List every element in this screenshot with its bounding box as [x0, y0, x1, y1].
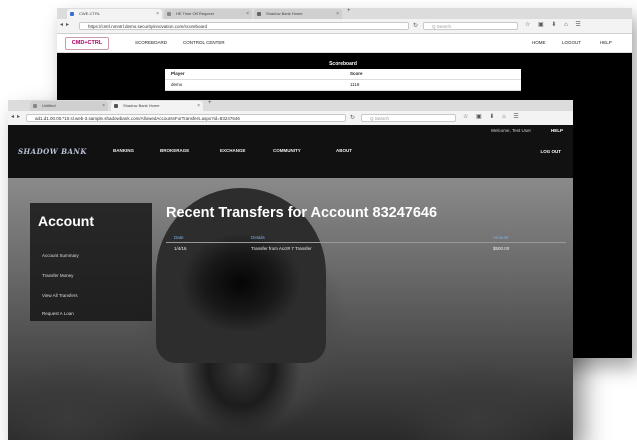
- table-header: Player Score: [165, 69, 521, 80]
- sidebar-item-request-loan[interactable]: Request A Loan: [42, 311, 74, 316]
- tab-cmd-ctrl[interactable]: CWE-CTRL ×: [67, 9, 162, 19]
- new-tab-icon[interactable]: +: [208, 100, 212, 106]
- page-icon: [167, 12, 171, 16]
- tab-time-off[interactable]: HE Time Off Request ×: [164, 9, 252, 19]
- search-field[interactable]: Q Search: [423, 22, 518, 30]
- column-date[interactable]: Date: [174, 235, 184, 240]
- shadowbank-header: Welcome, Test User HELP SHADOW BANK BANK…: [8, 125, 573, 178]
- sidebar-item-view-transfers[interactable]: View All Transfers: [42, 293, 78, 298]
- help-link[interactable]: HELP: [551, 128, 563, 133]
- welcome-text: Welcome, Test User: [490, 128, 531, 133]
- scoreboard-table: Player Score demo 1118: [165, 69, 521, 91]
- transfers-table: Date Details Amount 1/4/16 Transfer from…: [166, 232, 566, 257]
- sidebar-item-transfer-money[interactable]: Transfer Money: [42, 273, 73, 278]
- tab-shadow-bank[interactable]: Shadow Bank Home ×: [254, 9, 342, 19]
- account-sidebar: Account Account Summary Transfer Money V…: [30, 203, 152, 321]
- search-field[interactable]: Q Search: [361, 114, 456, 122]
- address-bar[interactable]: https://cntrl.nmntrl.demo.securityinnova…: [79, 22, 409, 30]
- close-icon[interactable]: ×: [156, 9, 159, 19]
- nav-home[interactable]: HOME: [532, 40, 546, 45]
- toolbar: ◂▸ ad1.d1.00.00.*10.sl.web-3.sample.shad…: [8, 111, 573, 126]
- page-title: Recent Transfers for Account 83247646: [166, 205, 438, 221]
- tab-untitled[interactable]: Untitled ×: [30, 101, 108, 111]
- back-forward-icon[interactable]: ◂▸: [60, 21, 72, 28]
- page-icon: [114, 104, 118, 108]
- page-icon: [257, 12, 261, 16]
- tab-shadow-bank-home[interactable]: Shadow Bank Home ×: [111, 101, 203, 111]
- reload-icon[interactable]: ↻: [350, 114, 355, 121]
- toolbar-icons[interactable]: ☆ ▣ ⬇ ⌂ ☰: [463, 113, 522, 120]
- cmdctrl-logo: CMD+CTRL: [65, 37, 109, 50]
- tab-strip: CWE-CTRL × HE Time Off Request × Shadow …: [57, 8, 632, 19]
- close-icon[interactable]: ×: [246, 9, 249, 19]
- nav-logout[interactable]: LOGOUT: [562, 40, 581, 45]
- page-icon: [33, 104, 37, 108]
- sidebar-title: Account: [38, 213, 94, 229]
- reload-icon[interactable]: ↻: [413, 22, 418, 29]
- close-icon[interactable]: ×: [336, 9, 339, 19]
- close-icon[interactable]: ×: [197, 101, 200, 111]
- nav-exchange[interactable]: EXCHANGE: [220, 148, 246, 153]
- new-tab-icon[interactable]: +: [347, 8, 351, 14]
- nav-about[interactable]: ABOUT: [336, 148, 352, 153]
- column-details[interactable]: Details: [251, 235, 265, 240]
- nav-control-center[interactable]: CONTROL CENTER: [183, 40, 225, 45]
- cmdctrl-navbar: CMD+CTRL SCOREBOARD CONTROL CENTER HOME …: [57, 34, 632, 53]
- nav-brokerage[interactable]: BROKERAGE: [160, 148, 189, 153]
- address-bar[interactable]: ad1.d1.00.00.*10.sl.web-3.sample.shadowb…: [26, 114, 346, 122]
- scoreboard-title: Scoreboard: [329, 61, 357, 67]
- nav-banking[interactable]: BANKING: [113, 148, 134, 153]
- tab-strip: Untitled × Shadow Bank Home × +: [8, 100, 573, 111]
- table-row: 1/4/16 Transfer from Acct# 7 Transfer $5…: [174, 246, 510, 251]
- nav-scoreboard[interactable]: SCOREBOARD: [135, 40, 167, 45]
- back-forward-icon[interactable]: ◂▸: [11, 113, 23, 120]
- front-browser-window: Untitled × Shadow Bank Home × + ◂▸ ad1.d…: [8, 100, 573, 440]
- shadowbank-logo[interactable]: SHADOW BANK: [18, 147, 87, 156]
- sidebar-item-account-summary[interactable]: Account Summary: [42, 253, 79, 258]
- column-amount[interactable]: Amount: [493, 235, 509, 240]
- logout-link[interactable]: LOG OUT: [541, 149, 562, 154]
- toolbar: ◂▸ https://cntrl.nmntrl.demo.securityinn…: [57, 19, 632, 34]
- page-icon: [70, 12, 74, 16]
- nav-community[interactable]: COMMUNITY: [273, 148, 301, 153]
- nav-help[interactable]: HELP: [600, 40, 612, 45]
- toolbar-icons[interactable]: ☆ ▣ ⬇ ⌂ ☰: [525, 21, 584, 28]
- close-icon[interactable]: ×: [102, 101, 105, 111]
- table-row: demo 1118: [165, 80, 521, 91]
- table-header: Date Details Amount: [166, 232, 566, 243]
